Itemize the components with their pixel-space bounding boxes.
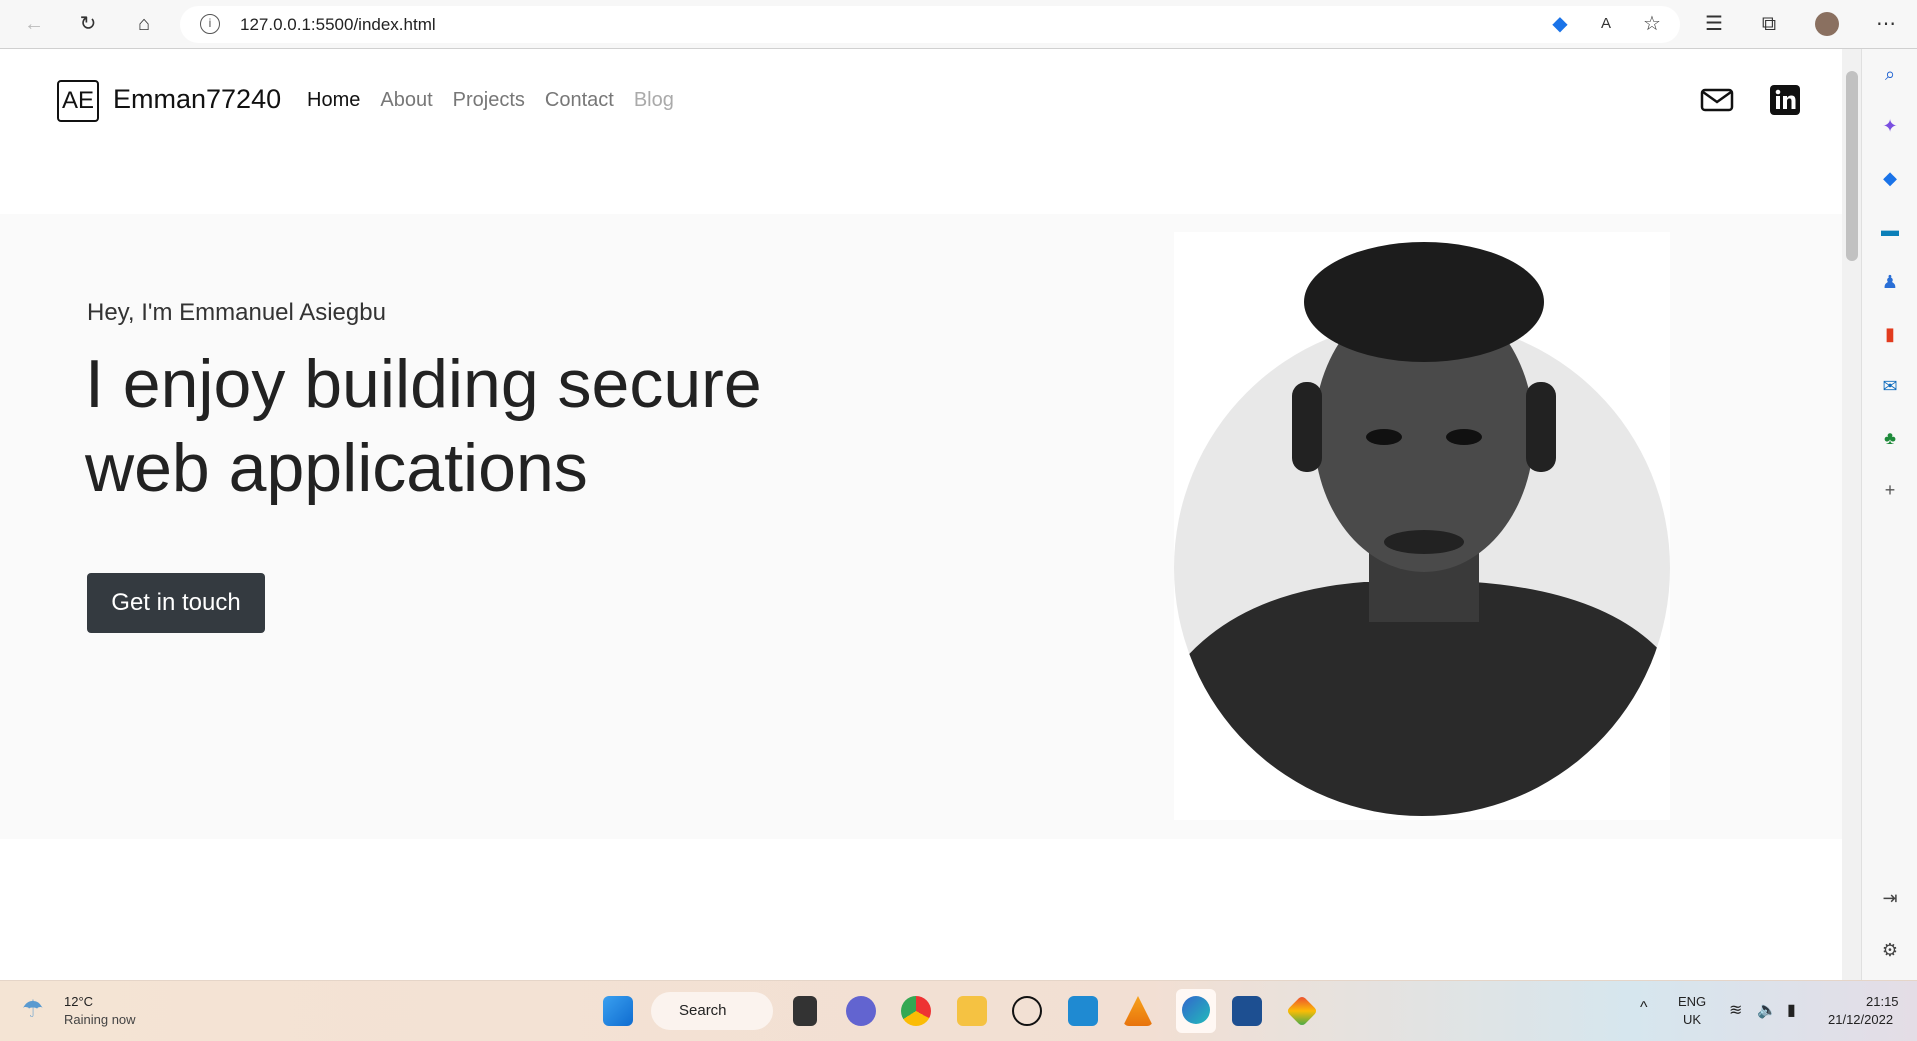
headline: I enjoy building secure web applications [85,346,762,506]
browser-toolbar: ← ↻ ⌂ i 127.0.0.1:5500/index.html ◆ A ☆ … [0,0,1917,49]
settings-icon[interactable]: ⚙ [1879,939,1901,961]
address-bar[interactable]: i 127.0.0.1:5500/index.html [180,6,1680,43]
vscode-icon[interactable] [1068,996,1098,1026]
edge-taskbar-slot[interactable] [1176,989,1216,1033]
copilot-icon[interactable]: ✦ [1879,115,1901,137]
back-icon[interactable]: ← [22,12,46,36]
chrome-icon[interactable] [901,996,931,1026]
nav-blog[interactable]: Blog [634,89,674,112]
clock-date[interactable]: 21/12/2022 [1828,1012,1893,1027]
nav-home[interactable]: Home [307,89,360,112]
get-in-touch-button[interactable]: Get in touch [87,573,265,633]
volume-icon[interactable]: 🔈 [1757,1000,1777,1020]
read-aloud-icon[interactable]: A [1594,12,1618,36]
portrait-image [1174,242,1670,816]
refresh-icon[interactable]: ↻ [76,12,100,36]
dell-icon[interactable] [1012,996,1042,1026]
vlc-icon[interactable] [1123,996,1153,1026]
favorites-icon[interactable]: ☰ [1702,12,1726,36]
web-page: AE Emman77240 Home About Projects Contac… [0,49,1842,980]
profile-photo [1174,232,1670,820]
search-icon[interactable]: ⌕ [1879,63,1901,85]
shopping-tag-icon[interactable]: ◆ [1879,167,1901,189]
taskbar: ☂ 12°C Raining now Search ^ ENG UK ≋ 🔈 ▮… [0,980,1917,1041]
tree-icon[interactable]: ♣ [1879,427,1901,449]
main-nav: Home About Projects Contact Blog [307,89,674,112]
edge-icon [1182,996,1210,1024]
more-menu-icon[interactable]: ⋯ [1874,12,1898,36]
collections-icon[interactable]: ⧉ [1757,12,1781,36]
start-icon[interactable] [603,996,633,1026]
chat-icon[interactable] [846,996,876,1026]
add-icon[interactable]: + [1879,479,1901,501]
file-explorer-icon[interactable] [957,996,987,1026]
page-scrollbar[interactable] [1842,49,1861,980]
tools-icon[interactable]: ▬ [1879,219,1901,241]
sidebar-toggle-icon[interactable]: ⇥ [1879,887,1901,909]
search-label: Search [679,1002,727,1019]
weather-temp[interactable]: 12°C [64,994,93,1009]
home-icon[interactable]: ⌂ [132,12,156,36]
language[interactable]: ENG [1678,994,1706,1009]
linkedin-icon[interactable] [1768,83,1802,117]
hero-section: Hey, I'm Emmanuel Asiegbu I enjoy buildi… [0,214,1842,839]
favorite-add-icon[interactable]: ☆ [1640,12,1664,36]
task-view-icon[interactable] [793,996,817,1026]
logo[interactable]: AE [57,80,99,122]
tray-expand-icon[interactable]: ^ [1640,999,1648,1017]
weather-icon[interactable]: ☂ [22,995,44,1024]
nav-contact[interactable]: Contact [545,89,614,112]
region[interactable]: UK [1683,1012,1701,1027]
store-icon[interactable] [1232,996,1262,1026]
scrollbar-thumb[interactable] [1846,71,1858,261]
outlook-icon[interactable]: ✉ [1879,375,1901,397]
edge-sidebar: ⌕ ✦ ◆ ▬ ♟ ▮ ✉ ♣ + ⇥ ⚙ [1861,49,1917,980]
mail-icon[interactable] [1700,83,1734,117]
url-text[interactable]: 127.0.0.1:5500/index.html [240,15,436,35]
nav-about[interactable]: About [380,89,432,112]
weather-status[interactable]: Raining now [64,1012,136,1027]
battery-icon[interactable]: ▮ [1787,1000,1796,1020]
games-icon[interactable]: ♟ [1879,271,1901,293]
clock-time[interactable]: 21:15 [1866,994,1899,1009]
office-icon[interactable]: ▮ [1879,323,1901,345]
brand-name[interactable]: Emman77240 [113,84,281,115]
info-icon[interactable]: i [200,14,220,34]
app-icon[interactable] [1286,995,1318,1027]
wifi-icon[interactable]: ≋ [1729,1000,1742,1020]
greeting: Hey, I'm Emmanuel Asiegbu [87,299,386,326]
coupon-tag-icon[interactable]: ◆ [1548,12,1572,36]
profile-avatar[interactable] [1815,12,1839,36]
nav-projects[interactable]: Projects [453,89,525,112]
taskbar-search[interactable]: Search [651,992,773,1030]
